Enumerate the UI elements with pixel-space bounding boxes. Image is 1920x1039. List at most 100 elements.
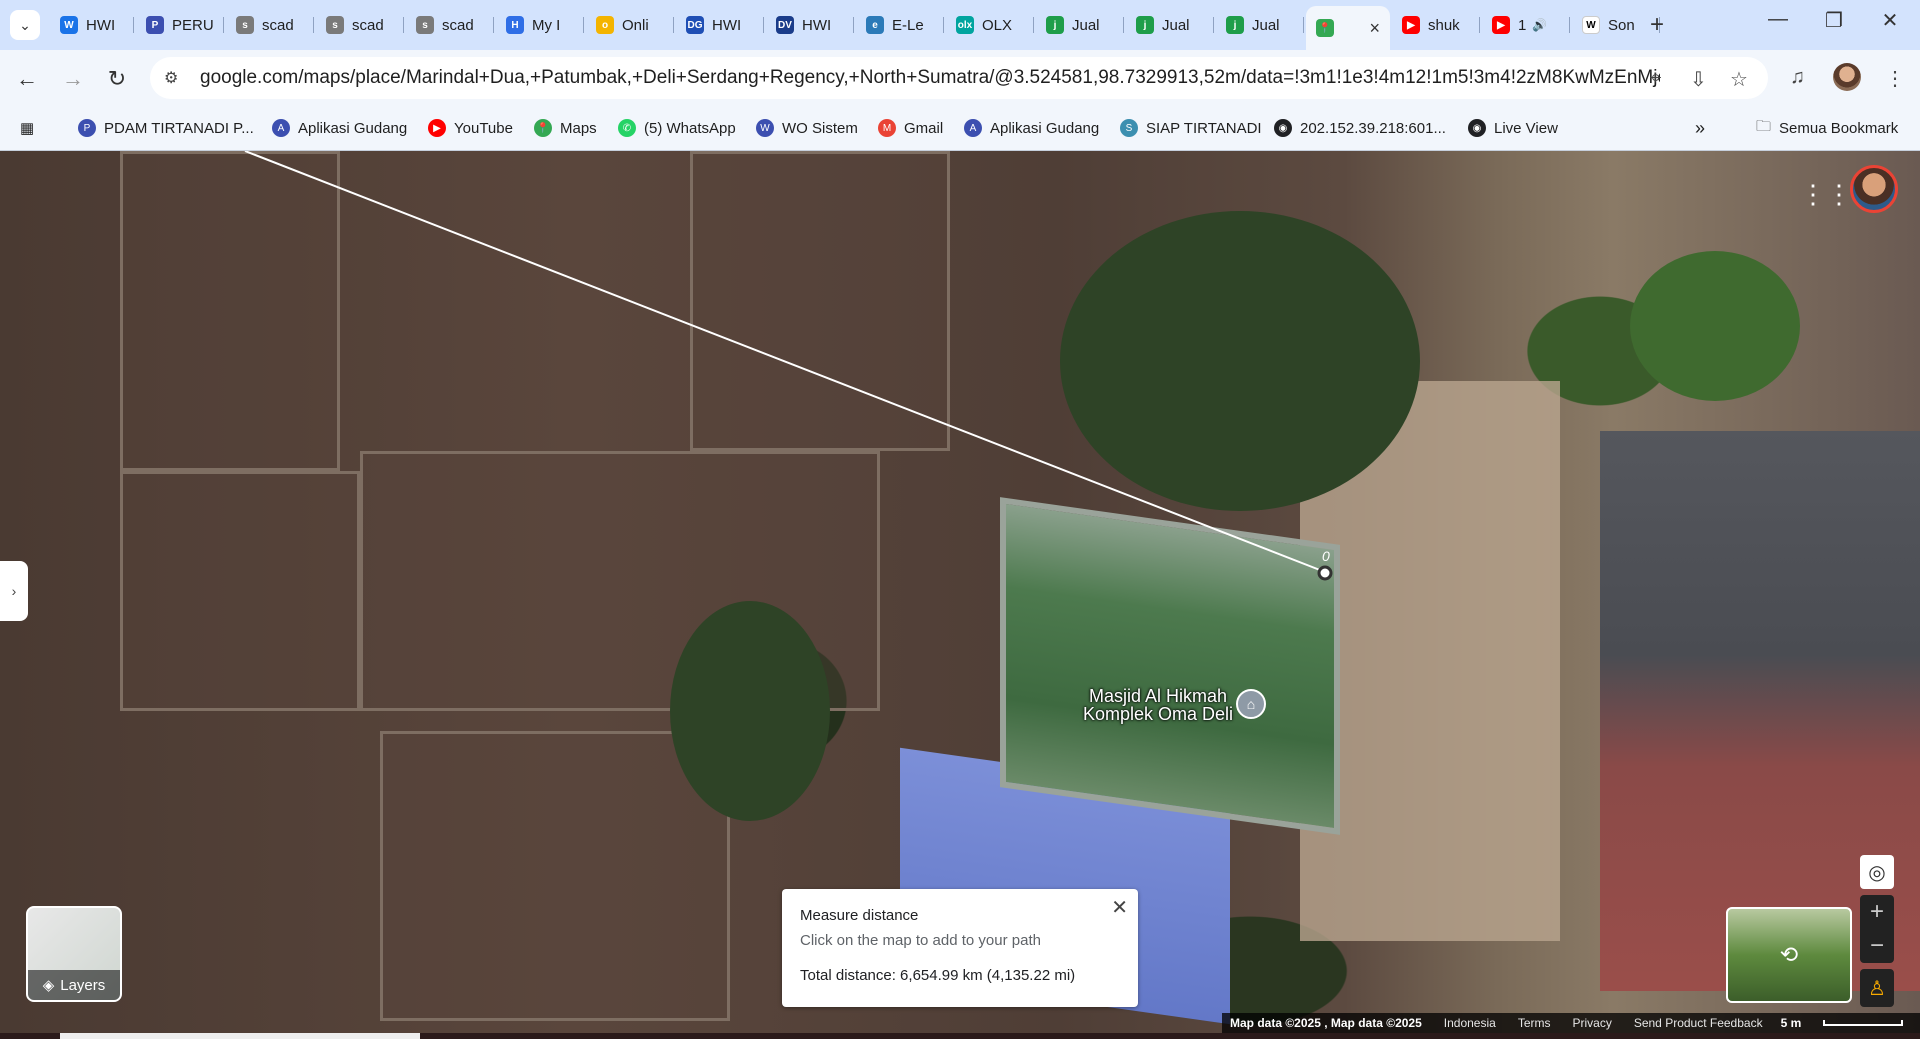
tab-8[interactable]: DV HWI [766, 8, 854, 42]
satellite-map[interactable]: 0 Masjid Al Hikmah Komplek Oma Deli ⌂ › … [0, 151, 1920, 1039]
install-app-icon[interactable]: ⇩ [1690, 67, 1707, 92]
tab-4[interactable]: s scad [406, 8, 494, 42]
side-panel-toggle[interactable]: › [0, 561, 28, 621]
close-tab-icon[interactable]: × [1369, 18, 1380, 39]
bookmark-9[interactable]: ◉ 202.152.39.218:601... [1274, 114, 1446, 142]
tab-label: HWI [802, 16, 832, 34]
folder-icon: 🗀 [1756, 117, 1772, 135]
tab-favicon-icon: W [1582, 16, 1600, 34]
tab-11[interactable]: j Jual [1036, 8, 1124, 42]
account-avatar[interactable] [1850, 165, 1898, 213]
zoom-in-button[interactable]: + [1860, 895, 1894, 929]
poi-label[interactable]: Masjid Al Hikmah Komplek Oma Deli [1083, 687, 1233, 723]
browser-chrome: ⌄ W HWI P PERU s scad s scad s scad H My Io Onli DG HW… [0, 0, 1920, 151]
tab-label: HWI [712, 16, 742, 34]
layers-button[interactable]: ◈ Layers [26, 906, 122, 1002]
minimize-button[interactable]: — [1750, 8, 1806, 31]
maximize-button[interactable]: ❐ [1806, 8, 1862, 33]
bookmark-favicon-icon: W [756, 119, 774, 137]
tab-13[interactable]: j Jual [1216, 8, 1304, 42]
reload-button[interactable]: ↻ [102, 64, 132, 94]
bookmark-10[interactable]: ◉ Live View [1468, 114, 1558, 142]
site-info-icon[interactable]: ⚙ [164, 68, 186, 88]
bookmark-favicon-icon: ◉ [1274, 119, 1292, 137]
zoom-out-button[interactable]: − [1860, 929, 1894, 963]
mosque-icon[interactable]: ⌂ [1236, 689, 1266, 719]
apps-grid-icon[interactable]: ▦ [20, 114, 34, 142]
tab-favicon-icon: 📍 [1316, 19, 1334, 37]
bookmark-8[interactable]: S SIAP TIRTANADI [1120, 114, 1262, 142]
bookmark-star-icon[interactable]: ☆ [1730, 67, 1748, 92]
bookmark-3[interactable]: 📍 Maps [534, 114, 597, 142]
measure-distance-card: ✕ Measure distance Click on the map to a… [782, 889, 1138, 1007]
profile-avatar[interactable] [1833, 63, 1861, 91]
tab-favicon-icon: W [60, 16, 78, 34]
tab-favicon-icon: DV [776, 16, 794, 34]
media-control-icon[interactable]: ♫ [1790, 66, 1805, 89]
measure-point-label: 0 [1322, 548, 1330, 564]
tab-label: Son [1608, 16, 1635, 34]
url-text[interactable]: google.com/maps/place/Marindal+Dua,+Patu… [200, 67, 1660, 89]
bookmark-label: Aplikasi Gudang [990, 119, 1100, 137]
region-label[interactable]: Indonesia [1444, 1016, 1496, 1030]
tab-9[interactable]: e E-Le [856, 8, 944, 42]
tab-2[interactable]: s scad [226, 8, 314, 42]
tab-5[interactable]: H My I [496, 8, 584, 42]
tab-favicon-icon: H [506, 16, 524, 34]
measure-subtitle: Click on the map to add to your path [800, 932, 1041, 949]
toolbar: ← → ↻ ⚙ google.com/maps/place/Marindal+D… [0, 50, 1920, 106]
terms-link[interactable]: Terms [1518, 1016, 1551, 1030]
tab-7[interactable]: DG HWI [676, 8, 764, 42]
tab-favicon-icon: e [866, 16, 884, 34]
new-tab-button[interactable]: + [1650, 11, 1664, 39]
back-button[interactable]: ← [12, 64, 42, 94]
tab-label: E-Le [892, 16, 924, 34]
location-icon[interactable]: ⌖ [1650, 67, 1661, 90]
tab-label: My I [532, 16, 561, 34]
tab-10[interactable]: olx OLX [946, 8, 1034, 42]
tab-3[interactable]: s scad [316, 8, 404, 42]
tab-favicon-icon: olx [956, 16, 974, 34]
layers-icon: ◈ [42, 977, 55, 994]
tab-search-button[interactable]: ⌄ [10, 10, 40, 40]
bookmark-0[interactable]: P PDAM TIRTANADI P... [78, 114, 254, 142]
tab-0[interactable]: W HWI [50, 8, 134, 42]
bookmark-5[interactable]: W WO Sistem [756, 114, 858, 142]
tab-17[interactable]: W Son [1572, 8, 1660, 42]
tab-6[interactable]: o Onli [586, 8, 674, 42]
street-view-thumbnail[interactable]: ⟲ [1726, 907, 1852, 1003]
bookmark-7[interactable]: A Aplikasi Gudang [964, 114, 1099, 142]
bookmark-6[interactable]: M Gmail [878, 114, 943, 142]
bookmark-favicon-icon: P [78, 119, 96, 137]
tab-15[interactable]: ▶ shuk [1392, 8, 1480, 42]
pegman-icon[interactable]: ♙ [1860, 969, 1894, 1007]
close-window-button[interactable]: ✕ [1862, 8, 1918, 33]
bookmark-4[interactable]: ✆ (5) WhatsApp [618, 114, 736, 142]
audio-playing-icon[interactable]: 🔊 [1532, 18, 1547, 32]
bookmark-favicon-icon: A [964, 119, 982, 137]
tab-favicon-icon: ▶ [1492, 16, 1510, 34]
tab-label: Onli [622, 16, 649, 34]
address-bar[interactable]: ⚙ google.com/maps/place/Marindal+Dua,+Pa… [150, 57, 1768, 99]
tab-14[interactable]: 📍 × [1306, 6, 1390, 50]
bookmark-label: SIAP TIRTANADI [1146, 119, 1262, 137]
bookmark-2[interactable]: ▶ YouTube [428, 114, 513, 142]
tab-label: shuk [1428, 16, 1460, 34]
my-location-button[interactable]: ◎ [1860, 855, 1894, 889]
tab-16[interactable]: ▶ 1 🔊 [1482, 8, 1570, 42]
scale-label[interactable]: 5 m [1781, 1016, 1802, 1030]
all-bookmarks-folder[interactable]: 🗀 Semua Bookmark [1756, 114, 1898, 142]
tab-1[interactable]: P PERU [136, 8, 224, 42]
measure-line [244, 151, 1326, 573]
feedback-link[interactable]: Send Product Feedback [1634, 1016, 1763, 1030]
tab-12[interactable]: j Jual [1126, 8, 1214, 42]
tab-strip: ⌄ W HWI P PERU s scad s scad s scad H My Io Onli DG HW… [0, 0, 1920, 50]
privacy-link[interactable]: Privacy [1572, 1016, 1611, 1030]
more-bookmarks-icon[interactable]: » [1695, 114, 1705, 142]
close-icon[interactable]: ✕ [1111, 895, 1128, 920]
tab-favicon-icon: j [1046, 16, 1064, 34]
forward-button[interactable]: → [58, 64, 88, 94]
bookmark-1[interactable]: A Aplikasi Gudang [272, 114, 407, 142]
measure-point[interactable] [1317, 565, 1333, 581]
menu-icon[interactable]: ⋮ [1885, 66, 1905, 91]
